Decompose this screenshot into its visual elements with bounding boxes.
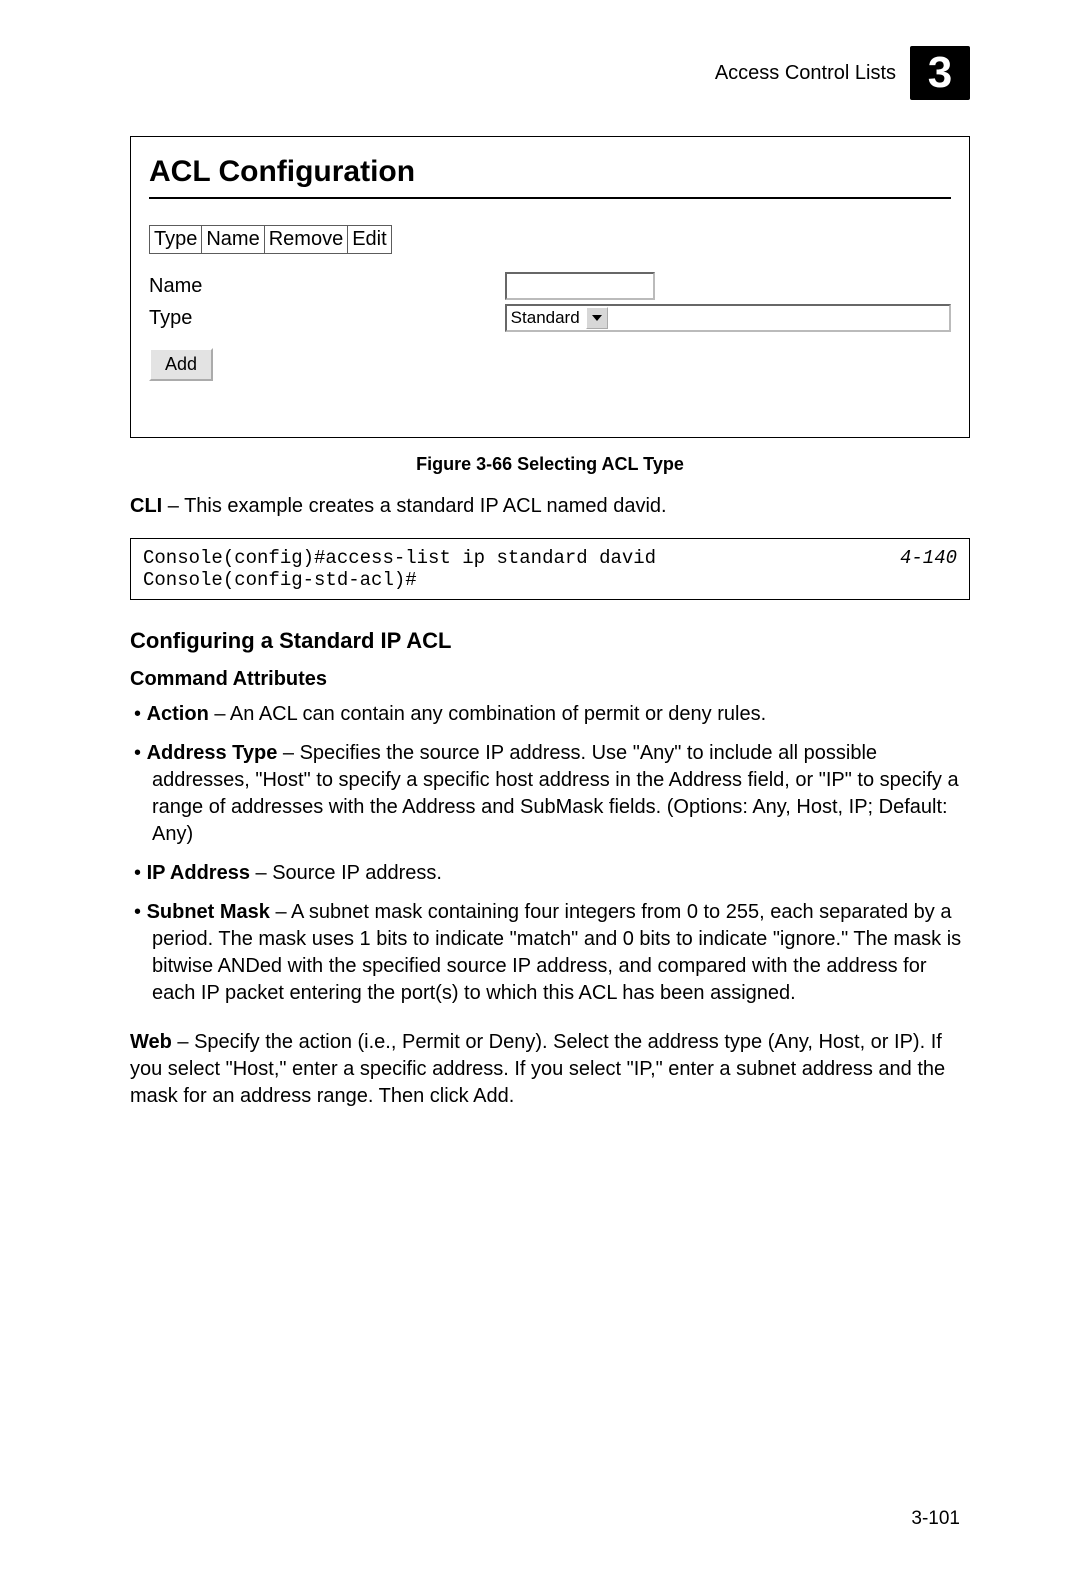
type-label: Type [149, 307, 499, 330]
col-remove: Remove [264, 226, 347, 254]
list-item: Subnet Mask – A subnet mask containing f… [152, 899, 970, 1007]
cli-prefix: CLI [130, 495, 162, 517]
chevron-down-icon[interactable] [586, 307, 608, 329]
attr-term: IP Address [147, 862, 250, 884]
attr-term: Action [147, 703, 209, 725]
chapter-number-badge: 3 [910, 46, 970, 100]
header-title: Access Control Lists [715, 62, 896, 85]
cli-ref: 4-140 [900, 547, 957, 591]
section-title: Configuring a Standard IP ACL [130, 628, 970, 654]
name-input[interactable] [505, 272, 655, 300]
list-item: Action – An ACL can contain any combinat… [152, 701, 970, 728]
col-type: Type [150, 226, 202, 254]
command-attributes-title: Command Attributes [130, 668, 970, 691]
cli-box: Console(config)#access-list ip standard … [130, 538, 970, 600]
attr-desc: – Source IP address. [250, 862, 442, 884]
cli-intro: CLI – This example creates a standard IP… [130, 493, 970, 520]
attribute-list: Action – An ACL can contain any combinat… [130, 701, 970, 1007]
attr-term: Address Type [147, 742, 278, 764]
figure-frame: ACL Configuration Type Name Remove Edit … [130, 136, 970, 438]
list-item: IP Address – Source IP address. [152, 860, 970, 887]
attr-desc: – A subnet mask containing four integers… [152, 901, 961, 1004]
page-header: Access Control Lists 3 [130, 46, 970, 100]
list-item: Address Type – Specifies the source IP a… [152, 740, 970, 848]
add-button[interactable]: Add [149, 348, 213, 381]
acl-form: Name Type Standard [149, 272, 951, 332]
cli-lines: Console(config)#access-list ip standard … [143, 547, 656, 591]
type-select[interactable]: Standard [505, 304, 951, 332]
attr-desc: – An ACL can contain any combination of … [209, 703, 766, 725]
figure-caption: Figure 3-66 Selecting ACL Type [130, 454, 970, 475]
web-prefix: Web [130, 1031, 172, 1053]
acl-table: Type Name Remove Edit [149, 225, 392, 254]
attr-term: Subnet Mask [147, 901, 270, 923]
type-select-value: Standard [507, 308, 586, 328]
web-text: – Specify the action (i.e., Permit or De… [130, 1031, 945, 1107]
name-label: Name [149, 275, 499, 298]
panel-title: ACL Configuration [149, 155, 951, 199]
cli-intro-text: – This example creates a standard IP ACL… [162, 495, 666, 517]
web-paragraph: Web – Specify the action (i.e., Permit o… [130, 1029, 970, 1110]
page-number: 3-101 [911, 1508, 960, 1530]
col-name: Name [202, 226, 264, 254]
col-edit: Edit [348, 226, 391, 254]
